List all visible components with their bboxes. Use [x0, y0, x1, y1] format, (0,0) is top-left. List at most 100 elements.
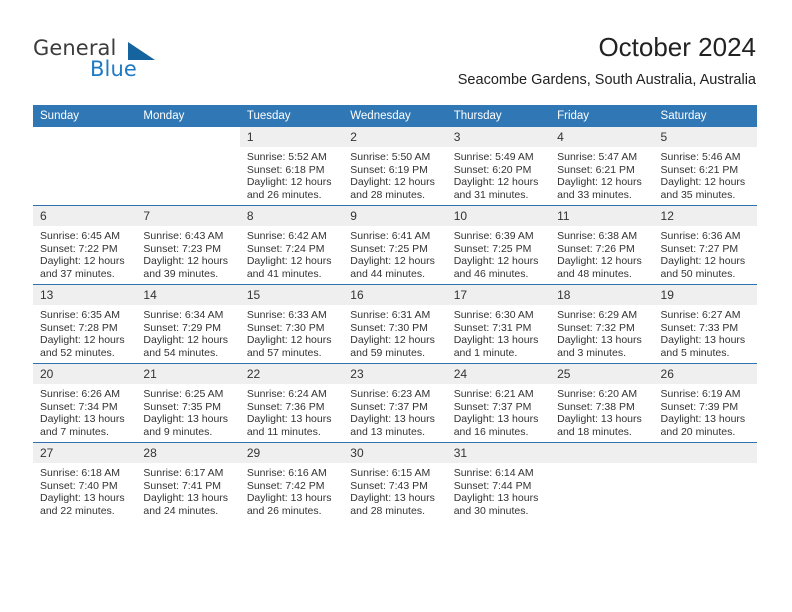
calendar-cell: 1 Sunrise: 5:52 AM Sunset: 6:18 PM Daylight… — [239, 127, 344, 206]
day-cell[interactable]: 21 Sunrise: 6:25 AM Sunset: 7:35 PM Dayligh… — [136, 364, 240, 442]
day-cell[interactable]: 19 Sunrise: 6:27 AM Sunset: 7:33 PM Dayligh… — [653, 285, 757, 363]
sun-times: Sunrise: 6:25 AM Sunset: 7:35 PM Daylight:… — [136, 384, 239, 438]
day-cell[interactable]: 23 Sunrise: 6:23 AM Sunset: 7:37 PM Dayligh… — [343, 364, 447, 442]
day-cell[interactable]: 2 Sunrise: 5:50 AM Sunset: 6:19 PM Daylight… — [343, 127, 447, 205]
calendar-cell: 20 Sunrise: 6:26 AM Sunset: 7:34 PM Dayligh… — [33, 363, 137, 443]
daylight-text-line1: Daylight: 13 hours — [143, 413, 229, 426]
day-cell[interactable]: 9 Sunrise: 6:41 AM Sunset: 7:25 PM Daylight… — [343, 206, 447, 284]
day-cell[interactable]: 10 Sunrise: 6:39 AM Sunset: 7:25 PM Dayligh… — [446, 206, 551, 284]
daylight-text-line2: and 37 minutes. — [40, 267, 115, 280]
sunrise-text: Sunrise: 6:34 AM — [143, 309, 224, 321]
sun-times: Sunrise: 6:29 AM Sunset: 7:32 PM Daylight:… — [550, 305, 653, 359]
daylight-text-line2: and 28 minutes. — [350, 188, 425, 201]
calendar-cell: 11 Sunrise: 6:38 AM Sunset: 7:26 PM Dayligh… — [550, 205, 654, 285]
sunrise-text: Sunrise: 6:43 AM — [143, 230, 224, 242]
day-cell[interactable]: 4 Sunrise: 5:47 AM Sunset: 6:21 PM Daylight… — [550, 127, 654, 205]
day-cell[interactable]: 26 Sunrise: 6:19 AM Sunset: 7:39 PM Dayligh… — [653, 364, 757, 442]
weekday-header-saturday: Saturday — [653, 105, 757, 127]
title-block: October 2024 Seacombe Gardens, South Aus… — [458, 32, 756, 89]
day-cell[interactable]: 27 Sunrise: 6:18 AM Sunset: 7:40 PM Dayligh… — [33, 443, 137, 521]
weekday-header-monday: Monday — [136, 105, 240, 127]
day-cell[interactable]: 14 Sunrise: 6:34 AM Sunset: 7:29 PM Dayligh… — [136, 285, 240, 363]
sunrise-text: Sunrise: 6:27 AM — [660, 309, 741, 321]
daylight-text-line1: Daylight: 13 hours — [350, 492, 435, 505]
sun-times: Sunrise: 6:20 AM Sunset: 7:38 PM Daylight:… — [550, 384, 653, 438]
calendar-cell: 27 Sunrise: 6:18 AM Sunset: 7:40 PM Dayligh… — [33, 442, 137, 521]
sunrise-text: Sunrise: 6:33 AM — [246, 309, 327, 321]
sun-times: Sunrise: 5:46 AM Sunset: 6:21 PM Daylight:… — [654, 147, 757, 201]
sunrise-text: Sunrise: 6:19 AM — [660, 388, 741, 400]
daylight-text-line2: and 52 minutes. — [40, 346, 115, 359]
sun-times: Sunrise: 6:24 AM Sunset: 7:36 PM Daylight:… — [240, 384, 343, 438]
day-number: 30 — [343, 443, 447, 463]
day-cell[interactable]: 3 Sunrise: 5:49 AM Sunset: 6:20 PM Daylight… — [446, 127, 551, 205]
day-cell[interactable]: 29 Sunrise: 6:16 AM Sunset: 7:42 PM Dayligh… — [239, 443, 344, 521]
calendar-cell: 3 Sunrise: 5:49 AM Sunset: 6:20 PM Daylight… — [446, 127, 551, 206]
sunrise-text: Sunrise: 6:26 AM — [40, 388, 120, 400]
day-cell[interactable]: 28 Sunrise: 6:17 AM Sunset: 7:41 PM Dayligh… — [136, 443, 240, 521]
day-number: 22 — [239, 364, 344, 384]
day-cell[interactable]: 24 Sunrise: 6:21 AM Sunset: 7:37 PM Dayligh… — [446, 364, 551, 442]
sunset-text: Sunset: 7:22 PM — [40, 242, 118, 255]
day-number: 6 — [33, 206, 137, 226]
daylight-text-line1: Daylight: 13 hours — [453, 334, 539, 347]
daylight-text-line1: Daylight: 13 hours — [246, 492, 332, 505]
sun-times: Sunrise: 6:19 AM Sunset: 7:39 PM Daylight:… — [654, 384, 757, 438]
sunrise-text: Sunrise: 6:25 AM — [143, 388, 224, 400]
sun-times: Sunrise: 6:39 AM Sunset: 7:25 PM Daylight:… — [447, 226, 550, 280]
sunrise-text: Sunrise: 6:15 AM — [350, 467, 431, 479]
calendar-cell: 13 Sunrise: 6:35 AM Sunset: 7:28 PM Dayligh… — [33, 284, 137, 364]
day-cell[interactable]: 30 Sunrise: 6:15 AM Sunset: 7:43 PM Dayligh… — [343, 443, 447, 521]
sunset-text: Sunset: 7:30 PM — [350, 321, 428, 334]
day-number: 31 — [446, 443, 551, 463]
calendar-cell: 31 Sunrise: 6:14 AM Sunset: 7:44 PM Dayligh… — [446, 442, 551, 521]
daylight-text-line2: and 39 minutes. — [143, 267, 219, 280]
daylight-text-line2: and 57 minutes. — [246, 346, 322, 359]
calendar-week-row: 6 Sunrise: 6:45 AM Sunset: 7:22 PM Daylight… — [33, 205, 757, 285]
day-cell[interactable]: 20 Sunrise: 6:26 AM Sunset: 7:34 PM Dayligh… — [33, 364, 137, 442]
sunset-text: Sunset: 7:37 PM — [453, 400, 532, 413]
daylight-text-line1: Daylight: 12 hours — [350, 176, 435, 189]
day-cell[interactable]: 31 Sunrise: 6:14 AM Sunset: 7:44 PM Dayligh… — [446, 443, 551, 521]
day-cell[interactable]: 18 Sunrise: 6:29 AM Sunset: 7:32 PM Dayligh… — [550, 285, 654, 363]
day-cell[interactable]: 8 Sunrise: 6:42 AM Sunset: 7:24 PM Daylight… — [239, 206, 344, 284]
day-number: 18 — [550, 285, 654, 305]
daylight-text-line2: and 26 minutes. — [246, 504, 322, 517]
day-cell[interactable]: 11 Sunrise: 6:38 AM Sunset: 7:26 PM Dayligh… — [550, 206, 654, 284]
daylight-text-line1: Daylight: 13 hours — [40, 413, 125, 426]
day-cell[interactable]: 15 Sunrise: 6:33 AM Sunset: 7:30 PM Dayligh… — [239, 285, 344, 363]
sunset-text: Sunset: 6:21 PM — [557, 163, 635, 176]
day-cell[interactable]: 1 Sunrise: 5:52 AM Sunset: 6:18 PM Daylight… — [239, 127, 344, 205]
page-subtitle: Seacombe Gardens, South Australia, Austr… — [457, 72, 756, 88]
sunset-text: Sunset: 7:42 PM — [246, 479, 325, 492]
day-cell[interactable]: 6 Sunrise: 6:45 AM Sunset: 7:22 PM Daylight… — [33, 206, 137, 284]
day-cell[interactable]: 22 Sunrise: 6:24 AM Sunset: 7:36 PM Dayligh… — [239, 364, 344, 442]
day-cell[interactable]: 13 Sunrise: 6:35 AM Sunset: 7:28 PM Dayligh… — [33, 285, 137, 363]
sunset-text: Sunset: 7:41 PM — [143, 479, 222, 492]
daylight-text-line2: and 33 minutes. — [557, 188, 632, 201]
calendar-cell: 19 Sunrise: 6:27 AM Sunset: 7:33 PM Dayligh… — [653, 284, 757, 364]
day-cell[interactable]: 25 Sunrise: 6:20 AM Sunset: 7:38 PM Dayligh… — [550, 364, 654, 442]
sun-times: Sunrise: 5:49 AM Sunset: 6:20 PM Daylight:… — [447, 147, 550, 201]
day-cell[interactable]: 5 Sunrise: 5:46 AM Sunset: 6:21 PM Daylight… — [653, 127, 757, 205]
calendar-cell: 26 Sunrise: 6:19 AM Sunset: 7:39 PM Dayligh… — [653, 363, 757, 443]
general-blue-logo[interactable]: General Blue — [33, 36, 233, 86]
calendar-cell: 6 Sunrise: 6:45 AM Sunset: 7:22 PM Daylight… — [33, 205, 137, 285]
daylight-text-line2: and 48 minutes. — [557, 267, 632, 280]
day-cell[interactable]: 7 Sunrise: 6:43 AM Sunset: 7:23 PM Daylight… — [136, 206, 240, 284]
calendar-table: Sunday Monday Tuesday Wednesday Thursday… — [33, 105, 757, 521]
daylight-text-line1: Daylight: 12 hours — [660, 176, 746, 189]
calendar-cell: 18 Sunrise: 6:29 AM Sunset: 7:32 PM Dayligh… — [550, 284, 654, 364]
sunset-text: Sunset: 6:20 PM — [453, 163, 532, 176]
day-cell[interactable]: 17 Sunrise: 6:30 AM Sunset: 7:31 PM Dayligh… — [446, 285, 551, 363]
calendar-cell: 15 Sunrise: 6:33 AM Sunset: 7:30 PM Dayligh… — [239, 284, 344, 364]
day-cell[interactable]: 16 Sunrise: 6:31 AM Sunset: 7:30 PM Dayligh… — [343, 285, 447, 363]
daylight-text-line2: and 16 minutes. — [453, 425, 529, 438]
daylight-text-line2: and 7 minutes. — [40, 425, 109, 438]
day-cell[interactable]: 12 Sunrise: 6:36 AM Sunset: 7:27 PM Dayligh… — [653, 206, 757, 284]
day-number: 1 — [239, 127, 344, 147]
daylight-text-line1: Daylight: 12 hours — [40, 255, 125, 268]
day-number: 23 — [343, 364, 447, 384]
daylight-text-line2: and 44 minutes. — [350, 267, 425, 280]
sunset-text: Sunset: 7:31 PM — [453, 321, 532, 334]
